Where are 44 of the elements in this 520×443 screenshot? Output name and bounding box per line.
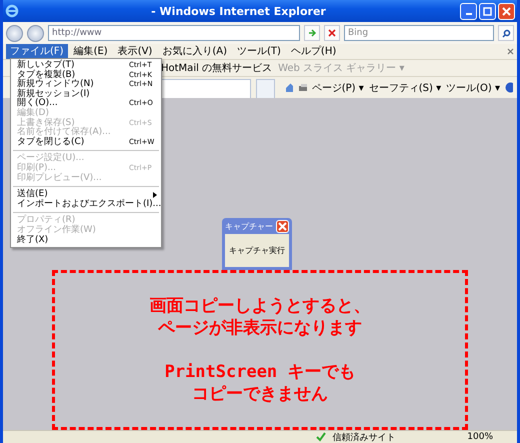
home-icon[interactable] [285, 82, 294, 93]
search-field[interactable]: Bing [344, 25, 494, 41]
back-button[interactable] [6, 24, 23, 42]
maximize-button[interactable] [479, 2, 496, 20]
check-icon [316, 432, 326, 442]
window-title: - Windows Internet Explorer [150, 4, 327, 18]
notice-text: PrintScreen キーでも [164, 361, 356, 383]
notice-text: 画面コピーしようとすると、 [150, 295, 370, 317]
command-button[interactable]: セーフティ(S) ▾ [368, 80, 442, 94]
maximize-icon [483, 6, 492, 16]
notice-text: コピーできません [192, 383, 328, 405]
command-button[interactable]: ツール(O) ▾ [446, 80, 500, 94]
stop-icon [328, 29, 336, 37]
menu-entry[interactable]: 新規セッション(I) [11, 90, 161, 100]
dialog-title: キャプチャー [225, 220, 273, 232]
menu-item[interactable]: ヘルプ(H) [286, 44, 340, 59]
menu-item[interactable]: ファイル(F) [6, 44, 68, 59]
menu-item[interactable]: 編集(E) [70, 44, 112, 59]
search-icon[interactable] [498, 25, 514, 41]
menu-entry[interactable]: 送信(E) [11, 190, 161, 200]
close-icon [278, 222, 287, 230]
command-button[interactable]: ページ(P) ▾ [312, 80, 364, 94]
zoom-level[interactable]: 100% [467, 432, 493, 442]
close-icon [502, 6, 511, 16]
browser-logo-icon [5, 4, 19, 18]
stop-button[interactable] [324, 25, 340, 41]
submenu-arrow-icon [153, 192, 157, 198]
dialog-close-button[interactable] [276, 220, 289, 232]
arrow-icon [307, 28, 317, 38]
menu-entry[interactable]: 終了(X) [11, 236, 161, 246]
menu-item[interactable]: お気に入り(A) [158, 44, 231, 59]
security-zone-text: 信頼済みサイト [332, 432, 396, 443]
menu-item[interactable]: ツール(T) [233, 44, 285, 59]
close-button[interactable] [498, 2, 515, 20]
printer-icon[interactable] [298, 82, 307, 92]
notice-text: ページが非表示になります [158, 317, 362, 339]
favorites-link[interactable]: HotMail の無料サービス [161, 61, 272, 75]
address-field[interactable]: http://www [48, 25, 300, 41]
menu-item[interactable]: 表示(V) [114, 44, 156, 59]
menu-entry[interactable]: インポートおよびエクスポート(I)... [11, 200, 161, 210]
go-button[interactable] [304, 25, 320, 41]
close-icon[interactable] [507, 48, 514, 55]
minimize-button[interactable] [460, 2, 477, 20]
forward-button[interactable] [27, 24, 44, 42]
